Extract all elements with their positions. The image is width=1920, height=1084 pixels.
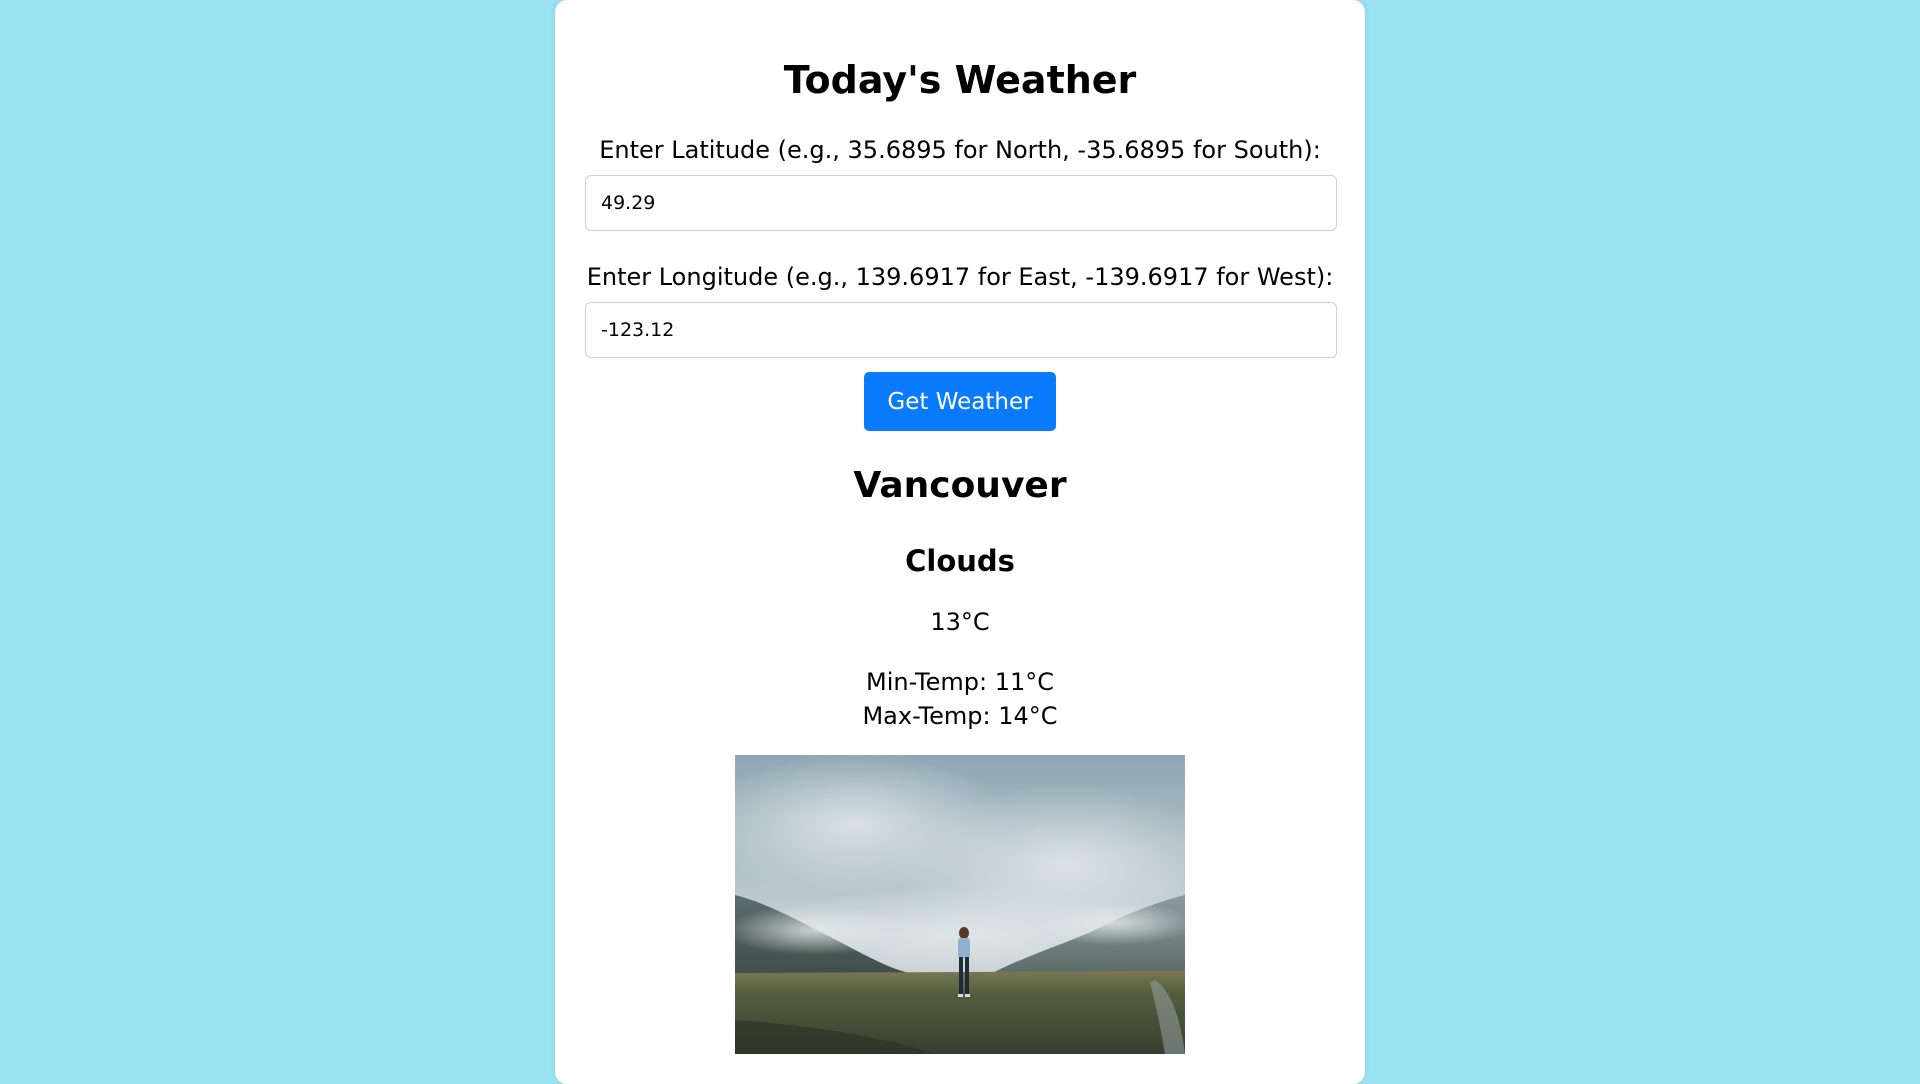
current-temperature: 13°C — [930, 608, 990, 636]
weather-condition: Clouds — [905, 544, 1015, 578]
temperature-range: Min-Temp: 11°C Max-Temp: 14°C — [555, 665, 1365, 733]
longitude-label: Enter Longitude (e.g., 139.6917 for East… — [586, 263, 1334, 291]
weather-photo — [735, 755, 1185, 1054]
latitude-label: Enter Latitude (e.g., 35.6895 for North,… — [599, 136, 1321, 164]
cloudy-valley-image — [735, 755, 1185, 1054]
city-name: Vancouver — [853, 465, 1067, 506]
longitude-input[interactable] — [585, 302, 1337, 358]
max-temperature: Max-Temp: 14°C — [862, 702, 1058, 730]
latitude-input[interactable] — [585, 175, 1337, 231]
min-temperature: Min-Temp: 11°C — [865, 668, 1054, 696]
weather-card: Today's Weather Enter Latitude (e.g., 35… — [555, 0, 1365, 1084]
page-title: Today's Weather — [783, 58, 1137, 102]
get-weather-button[interactable]: Get Weather — [864, 372, 1056, 431]
